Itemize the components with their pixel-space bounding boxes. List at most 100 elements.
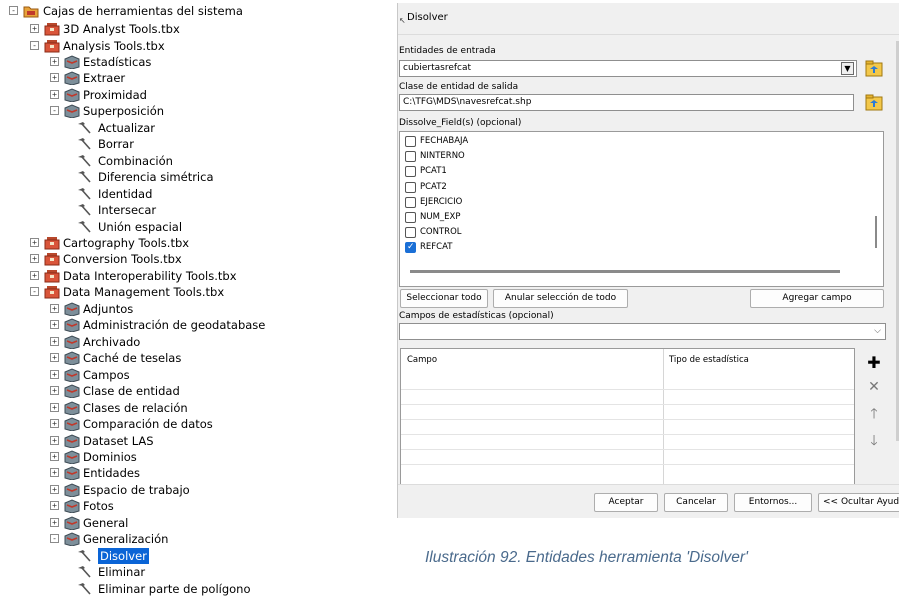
field-checkbox[interactable] [405,196,416,208]
expand-toggle[interactable]: + [50,435,59,445]
field-name: CONTROL [420,227,462,238]
expand-toggle[interactable]: + [50,484,59,494]
col-header-stat-type: Tipo de estadística [669,355,749,365]
select-all-button[interactable]: Seleccionar todo [400,289,488,308]
tree-item-label: Administración de geodatabase [83,318,266,333]
tree-item-label: Caché de teselas [83,351,182,366]
tree-item-label: Fotos [83,499,114,514]
tree-item-label: Eliminar parte de polígono [98,581,251,596]
expand-toggle[interactable]: + [50,336,59,346]
unselect-all-button[interactable]: Anular selección de todo [493,289,628,308]
field-checkbox[interactable] [405,241,416,254]
dissolve-fields-label: Dissolve_Field(s) (opcional) [399,118,522,128]
environments-button[interactable]: Entornos... [734,493,812,512]
tree-item-label: Dataset LAS [83,433,154,448]
grid-row-line [401,404,854,405]
delete-icon[interactable]: ✕ [864,377,884,397]
field-checkbox[interactable] [405,136,416,147]
add-icon[interactable]: ✚ [864,353,884,373]
expand-toggle[interactable]: + [50,320,59,330]
toolset-icon [64,450,80,464]
expand-toggle[interactable]: + [50,501,59,511]
tree-item-label: Comparación de datos [83,417,213,431]
expand-toggle[interactable]: + [50,56,59,66]
toolset-icon [64,499,80,514]
tree-item-label: Clases de relación [83,400,188,415]
field-checkbox[interactable] [405,151,416,163]
grid-row-line [401,449,854,450]
browse-input-folder-icon[interactable] [865,60,883,77]
move-up-icon[interactable]: 🡑 [864,404,884,424]
tree-item-label: Estadísticas [83,54,152,69]
ok-button[interactable]: Aceptar [594,493,658,512]
expand-toggle[interactable]: + [50,468,59,478]
collapse-toggle[interactable]: - [50,534,59,544]
tree-root-label: Cajas de herramientas del sistema [43,4,243,18]
tool-icon [76,187,92,201]
field-name: PCAT1 [420,166,447,177]
expand-toggle[interactable]: + [50,353,59,363]
output-class-label: Clase de entidad de salida [399,82,519,92]
tree-item-label: Clase de entidad [83,384,180,399]
chevron-down-icon[interactable]: ⌵ [874,324,881,339]
tree-item-label: General [83,515,129,530]
expand-toggle[interactable]: + [50,369,59,379]
stats-fields-combo[interactable]: ⌵ [399,323,886,340]
grid-row-line [401,464,854,465]
tree-item-label: Conversion Tools.tbx [63,252,182,267]
dissolve-fields-list[interactable]: FECHABAJA NINTERNO PCAT1 PCAT2 EJERCICIO NUM_… [399,131,884,287]
horizontal-scrollbar[interactable] [410,270,840,273]
tool-icon [76,203,92,217]
expand-toggle[interactable]: + [50,89,59,99]
cancel-button[interactable]: Cancelar [664,493,728,512]
tree-item-label: Entidades [83,466,140,481]
tree-item-label: Diferencia simétrica [98,170,214,185]
expand-toggle[interactable]: + [30,238,39,247]
toolset-icon [64,318,80,333]
field-name: NUM_EXP [420,212,461,222]
toolbox-tree: - Cajas de herramientas del sistema +3D … [0,0,390,597]
field-checkbox[interactable] [405,227,416,239]
field-name: PCAT2 [420,181,447,192]
vertical-scrollbar[interactable] [875,216,877,248]
field-checkbox[interactable] [405,181,416,193]
expand-toggle[interactable]: + [50,386,59,396]
input-features-combo[interactable]: cubiertasrefcat ▼ [399,60,857,77]
field-checkbox[interactable] [405,212,416,223]
tool-icon [76,565,92,579]
tool-icon [76,154,92,168]
stats-fields-label: Campos de estadísticas (opcional) [399,311,554,321]
field-checkbox[interactable] [405,166,416,178]
field-name: NINTERNO [420,151,465,162]
collapse-toggle[interactable]: - [30,287,39,297]
tree-item-label: Data Interoperability Tools.tbx [63,268,237,283]
field-name: EJERCICIO [420,196,463,207]
expand-toggle[interactable]: + [50,402,59,412]
toolbox-icon [44,252,60,266]
grid-row-line [401,419,854,420]
chevron-down-icon[interactable]: ▼ [841,62,854,75]
expand-toggle[interactable]: + [50,73,59,83]
collapse-toggle[interactable]: - [30,40,39,50]
expand-toggle[interactable]: + [50,517,59,527]
field-name: FECHABAJA [420,136,469,146]
toolset-icon [64,384,80,399]
output-class-input[interactable]: C:\TFG\MDS\navesrefcat.shp [399,94,854,111]
expand-toggle[interactable]: + [30,254,39,264]
expand-toggle[interactable]: + [50,419,59,428]
expand-toggle[interactable]: + [50,303,59,313]
statistics-grid[interactable]: Campo Tipo de estadística [400,348,855,488]
collapse-toggle[interactable]: - [9,6,18,15]
browse-output-folder-icon[interactable] [865,94,883,111]
tool-icon [76,549,92,563]
move-down-icon[interactable]: 🡓 [864,431,884,451]
tool-icon [76,137,92,151]
add-field-button[interactable]: Agregar campo [750,289,884,308]
expand-toggle[interactable]: + [30,270,39,280]
collapse-toggle[interactable]: - [50,106,59,116]
hide-help-button[interactable]: << Ocultar Ayuda [818,493,899,512]
tree-item-label: 3D Analyst Tools.tbx [63,22,180,36]
dialog-footer: Aceptar Cancelar Entornos... << Ocultar … [398,484,899,518]
expand-toggle[interactable]: + [50,452,59,461]
expand-toggle[interactable]: + [30,24,39,33]
